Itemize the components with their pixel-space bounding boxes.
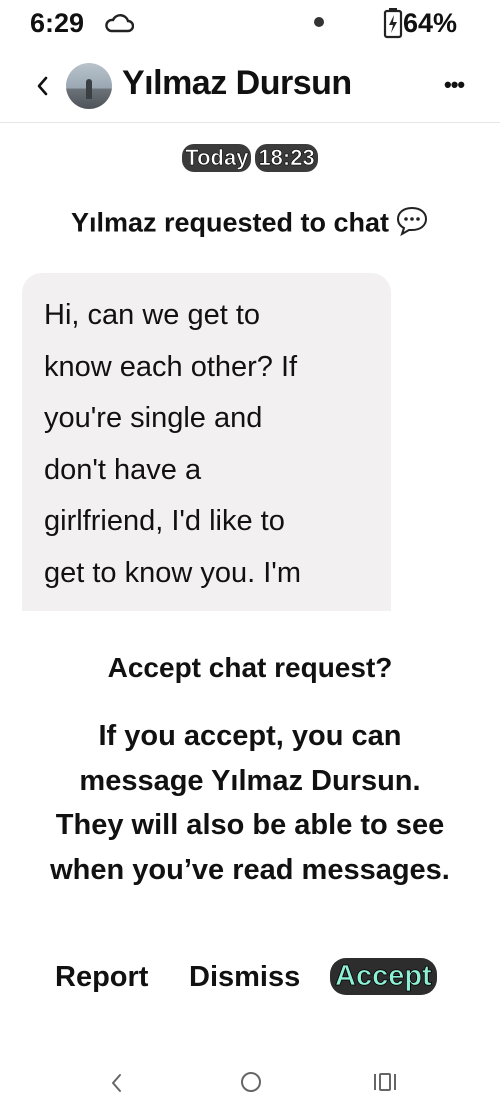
request-actions: Report Dismiss Accept: [0, 958, 500, 1008]
message-line: get to know you. I'm: [44, 556, 301, 589]
chat-header: Yılmaz Dursun •••: [0, 52, 500, 123]
battery-percent: 64%: [403, 8, 458, 38]
accept-button[interactable]: Accept: [330, 958, 437, 995]
system-nav-bar: [0, 1060, 500, 1110]
report-button[interactable]: Report: [55, 961, 148, 994]
message-timestamp: Today 18:23: [0, 144, 500, 172]
status-time: 6:29: [30, 8, 85, 38]
dismiss-button[interactable]: Dismiss: [189, 961, 300, 994]
nav-back-icon[interactable]: [107, 1068, 127, 1103]
back-chevron-icon[interactable]: [34, 66, 50, 111]
accept-prompt-title: Accept chat request?: [107, 652, 393, 683]
prompt-line: They will also be able to see: [55, 809, 445, 841]
message-line: girlfriend, I'd like to: [44, 505, 285, 537]
nav-home-icon[interactable]: [239, 1070, 263, 1099]
more-dots-icon[interactable]: •••: [444, 72, 465, 98]
contact-name[interactable]: Yılmaz Dursun: [122, 64, 352, 103]
prompt-line: message Yılmaz Dursun.: [79, 764, 421, 797]
timestamp-time: 18:23: [255, 144, 318, 172]
timestamp-day: Today: [182, 144, 252, 172]
prompt-line: If you accept, you can: [98, 720, 402, 752]
chat-request-label: Yılmaz requested to chat: [0, 205, 500, 244]
message-line: you're single and: [44, 402, 263, 434]
nav-recent-apps-icon[interactable]: [372, 1070, 398, 1099]
accept-prompt-body: If you accept, you can message Yılmaz Du…: [10, 714, 490, 892]
message-line: Hi, can we get to: [44, 299, 260, 331]
notification-dot-icon: [314, 17, 324, 27]
cloud-icon: [104, 12, 135, 39]
avatar[interactable]: [66, 63, 112, 109]
message-text: Hi, can we get to know each other? If yo…: [44, 290, 374, 599]
status-bar: 6:29 64%: [0, 0, 500, 50]
message-line: know each other? If: [44, 350, 298, 383]
speech-bubble-icon: [395, 205, 429, 244]
prompt-line: when you’ve read messages.: [50, 853, 450, 886]
battery-charging-icon: [383, 7, 403, 44]
chat-request-text: Yılmaz requested to chat: [70, 207, 390, 238]
message-line: don't have a: [44, 453, 202, 486]
